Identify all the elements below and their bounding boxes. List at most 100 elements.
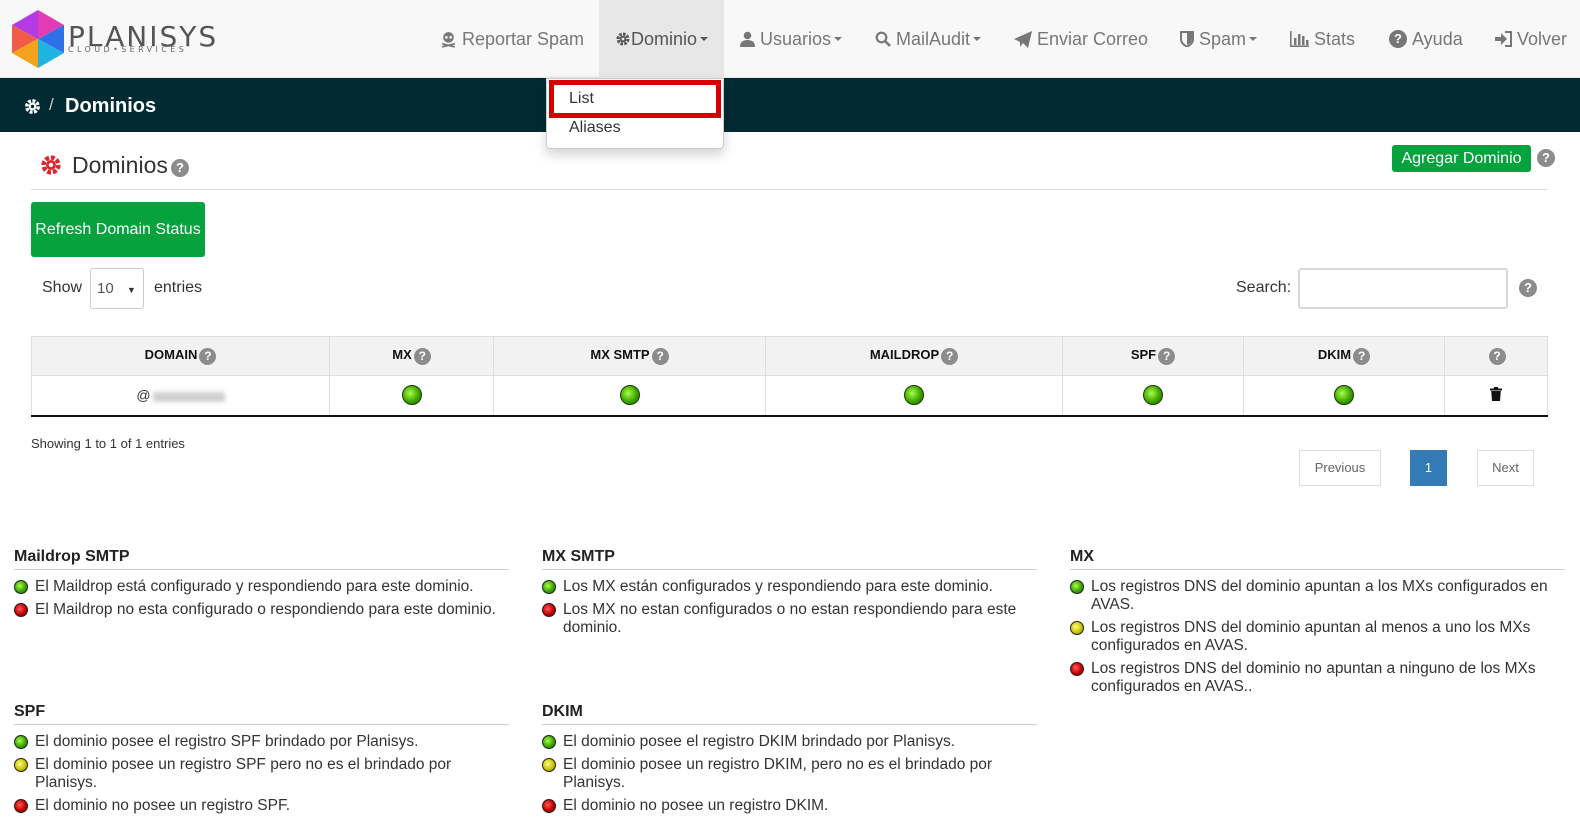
pagination-page-1[interactable]: 1 [1410,450,1447,486]
status-dot-red [1070,662,1084,676]
legend-mx: MX Los registros DNS del dominio apuntan… [1070,548,1565,701]
legend-item: El Maildrop no esta configurado o respon… [14,601,509,619]
legend-spf: SPF El dominio posee el registro SPF bri… [14,703,509,820]
nav-label: Usuarios [760,28,832,49]
column-header-mx[interactable]: MX? [329,336,494,376]
help-icon[interactable]: ? [1353,347,1371,365]
help-icon[interactable]: ? [1158,347,1176,365]
legend-text: Los MX están configurados y respondiendo… [563,578,993,595]
mx-status-cell [329,375,494,417]
status-dot-yellow [542,758,556,772]
domain-cell: @ [31,375,330,417]
legend-item: El dominio posee un registro SPF pero no… [14,756,509,792]
legend-item: Los registros DNS del dominio apuntan a … [1070,578,1565,614]
caret-down-icon [1249,37,1258,41]
legend-item: Los registros DNS del dominio no apuntan… [1070,660,1565,696]
column-label: DOMAIN [144,347,198,363]
legend-text: Los registros DNS del dominio no apuntan… [1091,660,1536,695]
help-icon[interactable]: ? [1488,347,1506,365]
dropdown-item-list[interactable]: List [547,86,723,112]
column-header-maildrop[interactable]: MAILDROP? [765,336,1063,376]
column-label: MAILDROP [869,347,940,363]
legend-item: El dominio no posee un registro DKIM. [542,797,1037,815]
nav-reportar-spam[interactable]: Reportar Spam [440,0,584,78]
nav-enviar-correo[interactable]: Enviar Correo [1014,0,1148,78]
entries-label: entries [154,279,203,296]
legend-item: El dominio posee el registro DKIM brinda… [542,733,1037,751]
column-label: MX SMTP [590,347,650,363]
nav-spam[interactable]: Spam [1180,0,1258,78]
gear-icon[interactable] [24,98,41,115]
page-title: Dominios [72,152,168,178]
table-header-row: DOMAIN? MX? MX SMTP? MAILDROP? SPF? DKIM… [31,336,1548,376]
help-icon[interactable]: ? [199,347,217,365]
refresh-domain-status-button[interactable]: Refresh Domain Status [31,202,205,257]
legend-title: MX [1070,548,1565,570]
legend-text: Los MX no estan configurados o no estan … [563,601,1017,636]
help-icon[interactable]: ? [1537,149,1555,167]
status-dot-yellow [1070,621,1084,635]
legend-text: El Maildrop está configurado y respondie… [35,578,474,595]
nav-mailaudit[interactable]: MailAudit [875,0,982,78]
legend-text: El dominio posee un registro SPF pero no… [35,756,452,791]
pagination-previous[interactable]: Previous [1299,450,1381,486]
nav-label: Ayuda [1412,28,1463,49]
breadcrumb: / Dominios [0,78,1580,132]
legend-item: El Maildrop está configurado y respondie… [14,578,509,596]
paper-plane-icon [1014,30,1032,48]
status-dot-green [14,580,28,594]
legend-text: El dominio no posee un registro SPF. [35,797,291,814]
column-header-dkim[interactable]: DKIM? [1243,336,1445,376]
brand-tagline: CLOUD•SERVICES [68,45,188,54]
status-dot-yellow [14,758,28,772]
nav-label: Enviar Correo [1037,28,1149,49]
top-navbar: PLANISYS CLOUD•SERVICES Reportar Spam Do… [0,0,1580,78]
legend-text: El dominio posee el registro DKIM brinda… [563,733,955,750]
column-header-actions: ? [1444,336,1548,376]
search-input[interactable] [1298,268,1508,309]
help-icon[interactable]: ? [941,347,959,365]
nav-usuarios[interactable]: Usuarios [740,0,843,78]
help-icon[interactable]: ? [1519,279,1537,297]
nav-label: Spam [1199,28,1247,49]
column-header-mx-smtp[interactable]: MX SMTP? [493,336,766,376]
search-icon [875,31,891,47]
legend-dkim: DKIM El dominio posee el registro DKIM b… [542,703,1037,820]
help-icon[interactable]: ? [651,347,669,365]
status-dot-green [904,385,924,406]
legend-title: SPF [14,703,509,725]
help-icon[interactable]: ? [413,347,431,365]
user-icon [740,31,755,47]
nav-stats[interactable]: Stats [1290,0,1355,78]
legend-item: El dominio posee un registro DKIM, pero … [542,756,1037,792]
trash-icon[interactable] [1490,386,1502,401]
skull-icon [441,31,456,48]
column-header-spf[interactable]: SPF? [1062,336,1244,376]
nav-label: Volver [1517,28,1568,49]
nav-ayuda[interactable]: ? Ayuda [1389,0,1463,78]
caret-down-icon [700,37,709,41]
pagination-next[interactable]: Next [1477,450,1534,486]
column-label: MX [392,347,412,363]
help-icon[interactable]: ? [171,159,189,177]
maildrop-status-cell [765,375,1063,417]
spf-status-cell [1062,375,1244,417]
breadcrumb-separator: / [49,95,54,114]
legend-text: Los registros DNS del dominio apuntan al… [1091,619,1531,654]
nav-volver[interactable]: Volver [1495,0,1567,78]
shield-icon [1180,31,1194,47]
nav-dominio[interactable]: Dominio [599,0,724,78]
add-domain-button[interactable]: Agregar Dominio [1392,145,1531,172]
sign-in-icon [1495,31,1512,47]
question-circle-icon: ? [1389,30,1407,48]
status-dot-green [1070,580,1084,594]
domain-prefix: @ [136,387,151,404]
planisys-logo[interactable]: PLANISYS CLOUD•SERVICES [12,10,216,68]
dropdown-item-aliases[interactable]: Aliases [547,115,723,141]
caret-down-icon: ▼ [127,285,136,295]
column-header-domain[interactable]: DOMAIN? [31,336,330,376]
status-dot-green [401,385,422,406]
legend-text: El dominio posee el registro SPF brindad… [35,733,419,750]
dominio-dropdown-menu: List Aliases [546,78,724,149]
legend-item: Los MX están configurados y respondiendo… [542,578,1037,596]
